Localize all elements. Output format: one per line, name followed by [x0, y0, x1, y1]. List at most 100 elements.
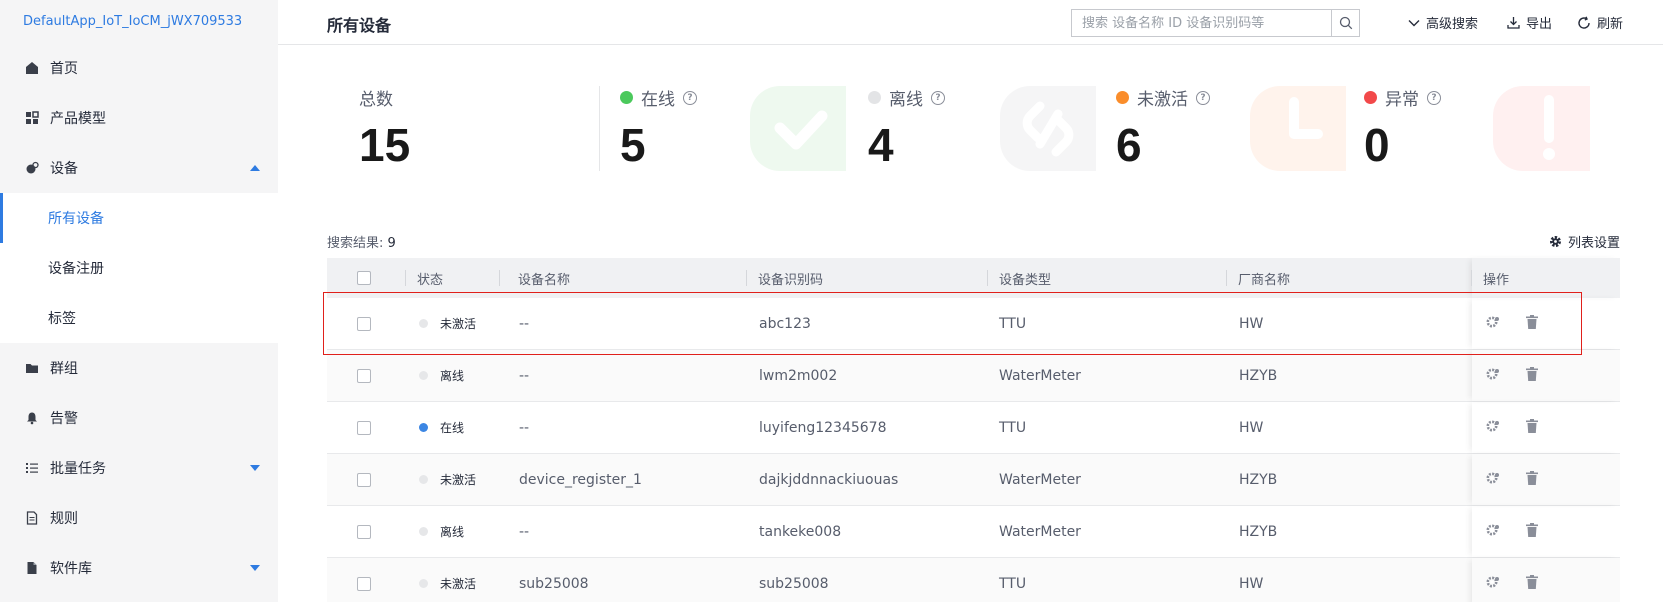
device-code[interactable]: sub25008: [759, 558, 829, 602]
offline-status-dot: [868, 91, 881, 104]
sidebar-item-label: 告警: [50, 411, 78, 427]
device-code[interactable]: dajkjddnnackiuouas: [759, 454, 898, 505]
exclamation-icon: [1493, 86, 1590, 171]
trash-icon[interactable]: [1526, 522, 1538, 541]
chevron-up-icon[interactable]: [250, 165, 260, 171]
column-divider: [987, 270, 988, 286]
export-button[interactable]: 导出: [1507, 13, 1552, 32]
device-icon: [24, 160, 40, 176]
status-text: 离线: [440, 525, 465, 539]
trash-icon[interactable]: [1526, 574, 1538, 593]
row-checkbox[interactable]: [357, 316, 371, 331]
vendor-name: HW: [1239, 575, 1264, 592]
debug-gear-icon[interactable]: [1486, 575, 1500, 593]
list-icon: [24, 460, 40, 476]
stat-offline[interactable]: 离线 ? 4: [868, 80, 945, 175]
chevron-down-icon[interactable]: [250, 565, 260, 571]
search-input[interactable]: [1072, 10, 1331, 36]
trash-icon[interactable]: [1526, 366, 1538, 385]
help-icon[interactable]: ?: [1427, 90, 1441, 105]
sidebar-item-group[interactable]: 群组: [0, 343, 278, 393]
row-checkbox[interactable]: [357, 368, 371, 383]
debug-gear-icon[interactable]: [1486, 419, 1500, 437]
help-icon[interactable]: ?: [1196, 90, 1210, 105]
search-results-number: 9: [387, 236, 396, 251]
table-header: 状态 设备名称 设备识别码 设备类型 厂商名称 操作: [327, 258, 1620, 298]
sidebar-item-all-devices[interactable]: 所有设备: [0, 193, 278, 243]
sidebar-item-product-model[interactable]: 产品模型: [0, 93, 278, 143]
table-row[interactable]: 未激活 -- abc123 TTU HW: [327, 298, 1620, 350]
stat-inactive-value: 6: [1116, 119, 1142, 171]
stat-online[interactable]: 在线 ? 5: [620, 80, 697, 175]
sidebar-item-software-library[interactable]: 软件库: [0, 543, 278, 593]
sidebar-item-rules[interactable]: 规则: [0, 493, 278, 543]
column-header-vendor[interactable]: 厂商名称: [1238, 258, 1290, 298]
sidebar-item-label: 群组: [50, 361, 78, 377]
row-checkbox[interactable]: [357, 576, 371, 591]
status-dot: [419, 475, 428, 484]
device-table: 状态 设备名称 设备识别码 设备类型 厂商名称 操作 未激活 -- abc123…: [327, 258, 1620, 602]
column-header-name[interactable]: 设备名称: [518, 258, 570, 298]
column-divider: [746, 270, 747, 286]
sidebar-item-home[interactable]: 首页: [0, 43, 278, 93]
list-settings-button[interactable]: 列表设置: [1549, 232, 1620, 251]
row-checkbox[interactable]: [357, 524, 371, 539]
status-text: 未激活: [440, 317, 477, 331]
debug-gear-icon[interactable]: [1486, 315, 1500, 333]
trash-icon[interactable]: [1526, 418, 1538, 437]
stat-online-value: 5: [620, 119, 646, 171]
table-body: 未激活 -- abc123 TTU HW 离线 -- lwm2m002 Wate…: [327, 298, 1620, 602]
device-code[interactable]: abc123: [759, 298, 811, 349]
stat-abnormal[interactable]: 异常 ? 0: [1364, 80, 1441, 175]
product-model-icon: [24, 110, 40, 126]
table-row[interactable]: 离线 -- lwm2m002 WaterMeter HZYB: [327, 350, 1620, 402]
sidebar-item-tags[interactable]: 标签: [0, 293, 278, 343]
device-code[interactable]: lwm2m002: [759, 350, 837, 401]
column-header-type[interactable]: 设备类型: [999, 258, 1051, 298]
status-dot: [419, 579, 428, 588]
advanced-search-button[interactable]: 高级搜索: [1408, 13, 1478, 32]
device-code[interactable]: tankeke008: [759, 506, 841, 557]
app-name[interactable]: DefaultApp_IoT_IoCM_jWX709533: [0, 0, 278, 43]
table-row[interactable]: 在线 -- luyifeng12345678 TTU HW: [327, 402, 1620, 454]
column-divider: [405, 270, 406, 286]
stat-abnormal-label: 异常: [1385, 90, 1419, 110]
debug-gear-icon[interactable]: [1486, 471, 1500, 489]
column-header-status[interactable]: 状态: [417, 258, 443, 298]
status-text: 未激活: [440, 473, 477, 487]
sidebar-item-label: 批量任务: [50, 461, 106, 477]
column-divider: [1471, 270, 1472, 286]
debug-gear-icon[interactable]: [1486, 367, 1500, 385]
status-dot: [419, 527, 428, 536]
row-checkbox[interactable]: [357, 472, 371, 487]
sidebar-item-alarm[interactable]: 告警: [0, 393, 278, 443]
row-checkbox[interactable]: [357, 420, 371, 435]
select-all-checkbox[interactable]: [357, 271, 371, 285]
help-icon[interactable]: ?: [683, 90, 697, 105]
refresh-button[interactable]: 刷新: [1577, 13, 1623, 32]
sidebar-item-device-register[interactable]: 设备注册: [0, 243, 278, 293]
table-row[interactable]: 离线 -- tankeke008 WaterMeter HZYB: [327, 506, 1620, 558]
chevron-down-icon[interactable]: [250, 465, 260, 471]
stat-inactive[interactable]: 未激活 ? 6: [1116, 80, 1210, 175]
search-button[interactable]: [1331, 10, 1359, 36]
stat-offline-label: 离线: [889, 90, 923, 110]
table-row[interactable]: 未激活 device_register_1 dajkjddnnackiuouas…: [327, 454, 1620, 506]
device-code[interactable]: luyifeng12345678: [759, 402, 887, 453]
sidebar-item-label: 软件库: [50, 561, 92, 577]
column-header-code[interactable]: 设备识别码: [758, 258, 823, 298]
column-divider: [499, 270, 500, 286]
sidebar-item-batch-task[interactable]: 批量任务: [0, 443, 278, 493]
stat-online-label: 在线: [641, 90, 675, 110]
sidebar-item-device[interactable]: 设备: [0, 143, 278, 193]
checkmark-icon: [750, 86, 846, 171]
trash-icon[interactable]: [1526, 314, 1538, 333]
debug-gear-icon[interactable]: [1486, 523, 1500, 541]
sidebar: DefaultApp_IoT_IoCM_jWX709533 首页 产品模型 设备: [0, 0, 278, 602]
trash-icon[interactable]: [1526, 470, 1538, 489]
bell-icon: [24, 410, 40, 426]
sidebar-nav: 首页 产品模型 设备: [0, 43, 278, 193]
table-row[interactable]: 未激活 sub25008 sub25008 TTU HW: [327, 558, 1620, 602]
help-icon[interactable]: ?: [931, 90, 945, 105]
stat-abnormal-value: 0: [1364, 119, 1390, 171]
